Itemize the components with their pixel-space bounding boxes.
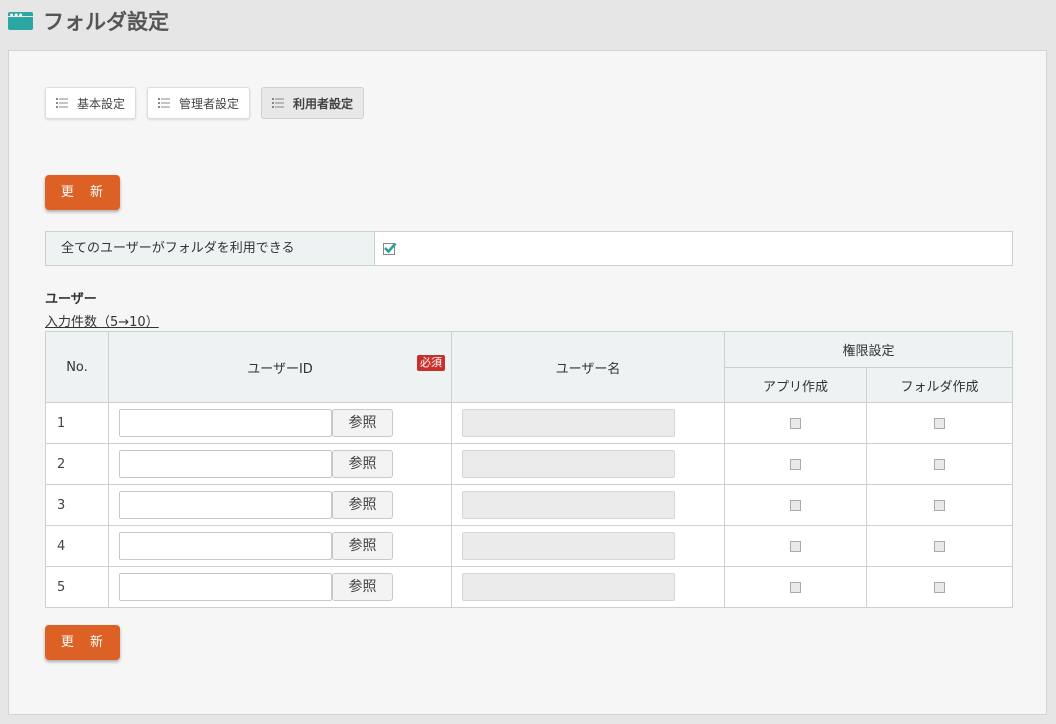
tab-label: 基本設定 [77,96,126,111]
table-row: 5 参照 [45,566,1013,608]
app-create-cell [724,402,867,444]
folder-create-cell [866,484,1013,526]
user-name-field [462,409,675,437]
reference-button[interactable]: 参照 [332,491,393,519]
user-id-input[interactable] [119,409,332,437]
checkmark-icon [384,242,397,253]
app-create-checkbox[interactable] [790,581,801,593]
reference-button[interactable]: 参照 [332,450,393,478]
row-number: 1 [45,402,109,444]
table-row: 4 参照 [45,525,1013,567]
page-header: ●●● フォルダ設定 [8,6,169,36]
app-create-checkbox[interactable] [790,540,801,552]
input-count-link[interactable]: 入力件数（5→10） [45,311,159,330]
user-name-cell [451,566,725,608]
app-create-checkbox[interactable] [790,499,801,511]
user-id-cell: 参照 [108,484,452,526]
window-icon: ●●● [8,12,33,30]
reference-button[interactable]: 参照 [332,573,393,601]
list-icon [56,98,68,108]
settings-panel: 基本設定 管理者設定 利用者設定 更 新 全てのユーザーがフォルダを利用できる … [8,50,1047,715]
settings-tabs: 基本設定 管理者設定 利用者設定 [45,87,375,119]
allow-all-users-row: 全てのユーザーがフォルダを利用できる [45,231,1013,266]
col-header-user-name: ユーザー名 [451,331,725,403]
col-header-no: No. [45,331,109,403]
tab-label: 利用者設定 [293,96,354,111]
user-name-cell [451,443,725,485]
tab-label: 管理者設定 [179,96,240,111]
user-id-input[interactable] [119,491,332,519]
folder-create-checkbox[interactable] [934,581,945,593]
update-button[interactable]: 更 新 [45,175,120,210]
col-header-app-create: アプリ作成 [724,367,867,403]
col-header-folder-create: フォルダ作成 [866,367,1013,403]
row-number: 4 [45,525,109,567]
user-id-input[interactable] [119,573,332,601]
col-header-user-id: ユーザーID 必須 [108,331,452,403]
required-badge: 必須 [417,355,445,371]
user-id-cell: 参照 [108,402,452,444]
folder-create-cell [866,443,1013,485]
user-id-cell: 参照 [108,525,452,567]
table-row: 2 参照 [45,443,1013,485]
table-row: 3 参照 [45,484,1013,526]
folder-create-checkbox[interactable] [934,540,945,552]
user-name-field [462,450,675,478]
app-create-cell [724,525,867,567]
update-button-bottom[interactable]: 更 新 [45,625,120,660]
col-header-permission: 権限設定 [724,331,1013,368]
folder-create-cell [866,402,1013,444]
tab-admin-settings[interactable]: 管理者設定 [147,87,251,119]
col-header-user-id-label: ユーザーID [247,361,313,377]
app-create-checkbox[interactable] [790,458,801,470]
user-id-input[interactable] [119,532,332,560]
user-id-cell: 参照 [108,443,452,485]
user-id-cell: 参照 [108,566,452,608]
folder-create-checkbox[interactable] [934,499,945,511]
table-row: 1 参照 [45,402,1013,444]
row-number: 5 [45,566,109,608]
allow-all-users-cell [375,232,1012,265]
user-id-input[interactable] [119,450,332,478]
list-icon [158,98,171,108]
app-create-checkbox[interactable] [790,417,801,429]
user-name-cell [451,525,725,567]
user-name-field [462,491,675,519]
reference-button[interactable]: 参照 [332,532,393,560]
folder-create-cell [866,566,1013,608]
list-icon [272,98,285,108]
allow-all-users-label: 全てのユーザーがフォルダを利用できる [46,232,375,265]
tab-user-settings[interactable]: 利用者設定 [261,87,365,119]
users-table: No. ユーザーID 必須 ユーザー名 権限設定 アプリ作成 フォルダ作成 1 … [45,331,1013,608]
folder-create-cell [866,525,1013,567]
folder-create-checkbox[interactable] [934,458,945,470]
app-create-cell [724,484,867,526]
folder-create-checkbox[interactable] [934,417,945,429]
user-name-cell [451,484,725,526]
allow-all-users-checkbox[interactable] [383,242,397,255]
user-name-field [462,532,675,560]
row-number: 3 [45,484,109,526]
page-title: フォルダ設定 [43,10,169,34]
row-number: 2 [45,443,109,485]
reference-button[interactable]: 参照 [332,409,393,437]
user-name-cell [451,402,725,444]
tab-basic-settings[interactable]: 基本設定 [45,87,137,119]
app-create-cell [724,443,867,485]
user-name-field [462,573,675,601]
app-create-cell [724,566,867,608]
users-section-title: ユーザー [45,292,97,307]
